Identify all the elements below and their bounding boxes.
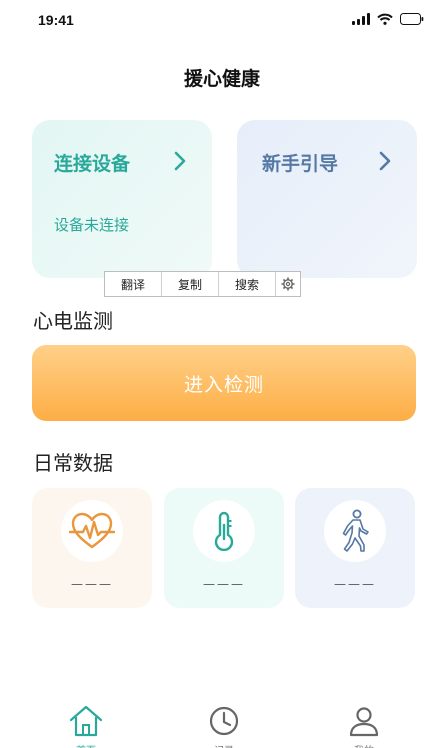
wifi-icon bbox=[377, 13, 393, 25]
heart-rate-card[interactable]: ——— bbox=[32, 488, 152, 608]
menu-item-translate[interactable]: 翻译 bbox=[105, 272, 162, 296]
temperature-card[interactable]: ——— bbox=[164, 488, 284, 608]
ecg-section-heading: 心电监测 bbox=[33, 309, 113, 333]
page-title: 援心健康 bbox=[183, 68, 260, 90]
nav-tab-home[interactable]: 首页 bbox=[56, 705, 116, 748]
chevron-right-icon bbox=[174, 151, 186, 171]
heart-rate-icon bbox=[61, 500, 123, 562]
status-time: 19:41 bbox=[38, 12, 74, 28]
start-detection-button[interactable]: 进入检测 bbox=[32, 345, 416, 421]
walking-person-icon bbox=[324, 500, 386, 562]
signal-icon bbox=[352, 13, 370, 25]
nav-label-mine: 我的 bbox=[334, 742, 394, 748]
nav-tab-record[interactable]: 记录 bbox=[194, 705, 254, 748]
text-context-menu: 翻译 复制 搜索 bbox=[104, 271, 301, 297]
bottom-nav: 首页 记录 我的 bbox=[0, 700, 444, 748]
temperature-value: ——— bbox=[203, 577, 245, 591]
nav-label-record: 记录 bbox=[194, 742, 254, 748]
steps-card[interactable]: ——— bbox=[295, 488, 415, 608]
beginner-guide-title: 新手引导 bbox=[262, 153, 339, 175]
clock-icon bbox=[209, 706, 239, 736]
chevron-right-icon bbox=[379, 151, 391, 171]
menu-item-search[interactable]: 搜索 bbox=[219, 272, 276, 296]
connect-device-card[interactable]: 连接设备 设备未连接 bbox=[32, 120, 212, 278]
steps-value: ——— bbox=[334, 577, 376, 591]
nav-tab-mine[interactable]: 我的 bbox=[334, 705, 394, 748]
user-icon bbox=[349, 707, 379, 737]
menu-item-copy[interactable]: 复制 bbox=[162, 272, 219, 296]
status-icons bbox=[352, 13, 424, 25]
heart-rate-value: ——— bbox=[71, 577, 113, 591]
beginner-guide-card[interactable]: 新手引导 bbox=[237, 120, 417, 278]
thermometer-icon bbox=[193, 500, 255, 562]
battery-icon bbox=[400, 13, 424, 25]
daily-data-heading: 日常数据 bbox=[33, 451, 113, 475]
nav-label-home: 首页 bbox=[56, 742, 116, 748]
home-icon bbox=[69, 705, 103, 737]
gear-icon[interactable] bbox=[276, 272, 300, 296]
connect-device-title: 连接设备 bbox=[54, 153, 131, 175]
status-bar: 19:41 bbox=[0, 0, 444, 40]
connection-status: 设备未连接 bbox=[54, 216, 130, 234]
